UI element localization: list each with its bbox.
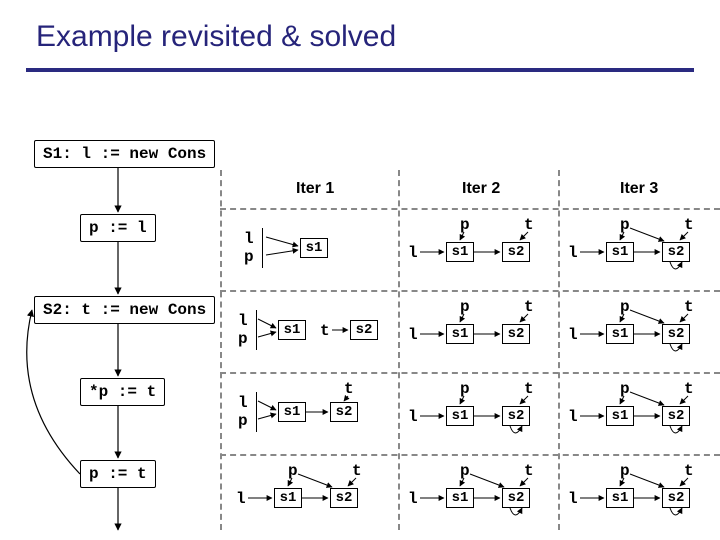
lbl-p: p — [244, 248, 254, 266]
stmt-s1: S1: l := new Cons — [34, 140, 215, 168]
cell-r4-c2: p t l s1 s2 — [402, 456, 552, 536]
vdivider-0 — [220, 170, 222, 530]
stmt-s5: p := t — [80, 460, 156, 488]
lbl-l: l — [568, 244, 578, 262]
cell-r2-c1: lp s1 t s2 — [230, 292, 390, 372]
cell-r4-c1: p t l s1 s2 — [230, 456, 390, 536]
node-s1: s1 — [278, 320, 306, 340]
cell-r1-c2: p t l s1 s2 — [402, 210, 552, 290]
vdivider-2 — [558, 170, 560, 530]
lbl-p: p — [620, 216, 630, 234]
iter-2-header: Iter 2 — [462, 180, 500, 198]
lbl-p: p — [460, 216, 470, 234]
lbl-l: l — [244, 230, 254, 248]
node-s1: s1 — [606, 242, 634, 262]
stmt-s3: S2: t := new Cons — [34, 296, 215, 324]
cell-r2-c2: p t l s1 s2 — [402, 292, 552, 372]
stmt-s2: p := l — [80, 214, 156, 242]
lbl-t: t — [684, 216, 694, 234]
cell-r3-c1: t lp s1 s2 — [230, 374, 390, 454]
cell-r1-c3: p t l s1 s2 — [562, 210, 712, 290]
iter-3-header: Iter 3 — [620, 180, 658, 198]
page-title: Example revisited & solved — [36, 20, 396, 54]
node-s1: s1 — [300, 238, 328, 258]
iter-1-header: Iter 1 — [296, 180, 334, 198]
cell-r2-c3: p t l s1 s2 — [562, 292, 712, 372]
title-underline — [26, 68, 694, 72]
lbl-l: l — [408, 244, 418, 262]
node-s2: s2 — [662, 242, 690, 262]
cell-r1-c1: lp s1 — [230, 210, 390, 290]
vdivider-1 — [398, 170, 400, 530]
lbl-t: t — [524, 216, 534, 234]
node-s2: s2 — [350, 320, 378, 340]
node-s1: s1 — [446, 242, 474, 262]
cell-r3-c3: p t l s1 s2 — [562, 374, 712, 454]
lbl-t: t — [320, 322, 330, 340]
cell-r3-c2: p t l s1 s2 — [402, 374, 552, 454]
cell-r4-c3: p t l s1 s2 — [562, 456, 712, 536]
node-s2: s2 — [502, 242, 530, 262]
stmt-s4: *p := t — [80, 378, 165, 406]
